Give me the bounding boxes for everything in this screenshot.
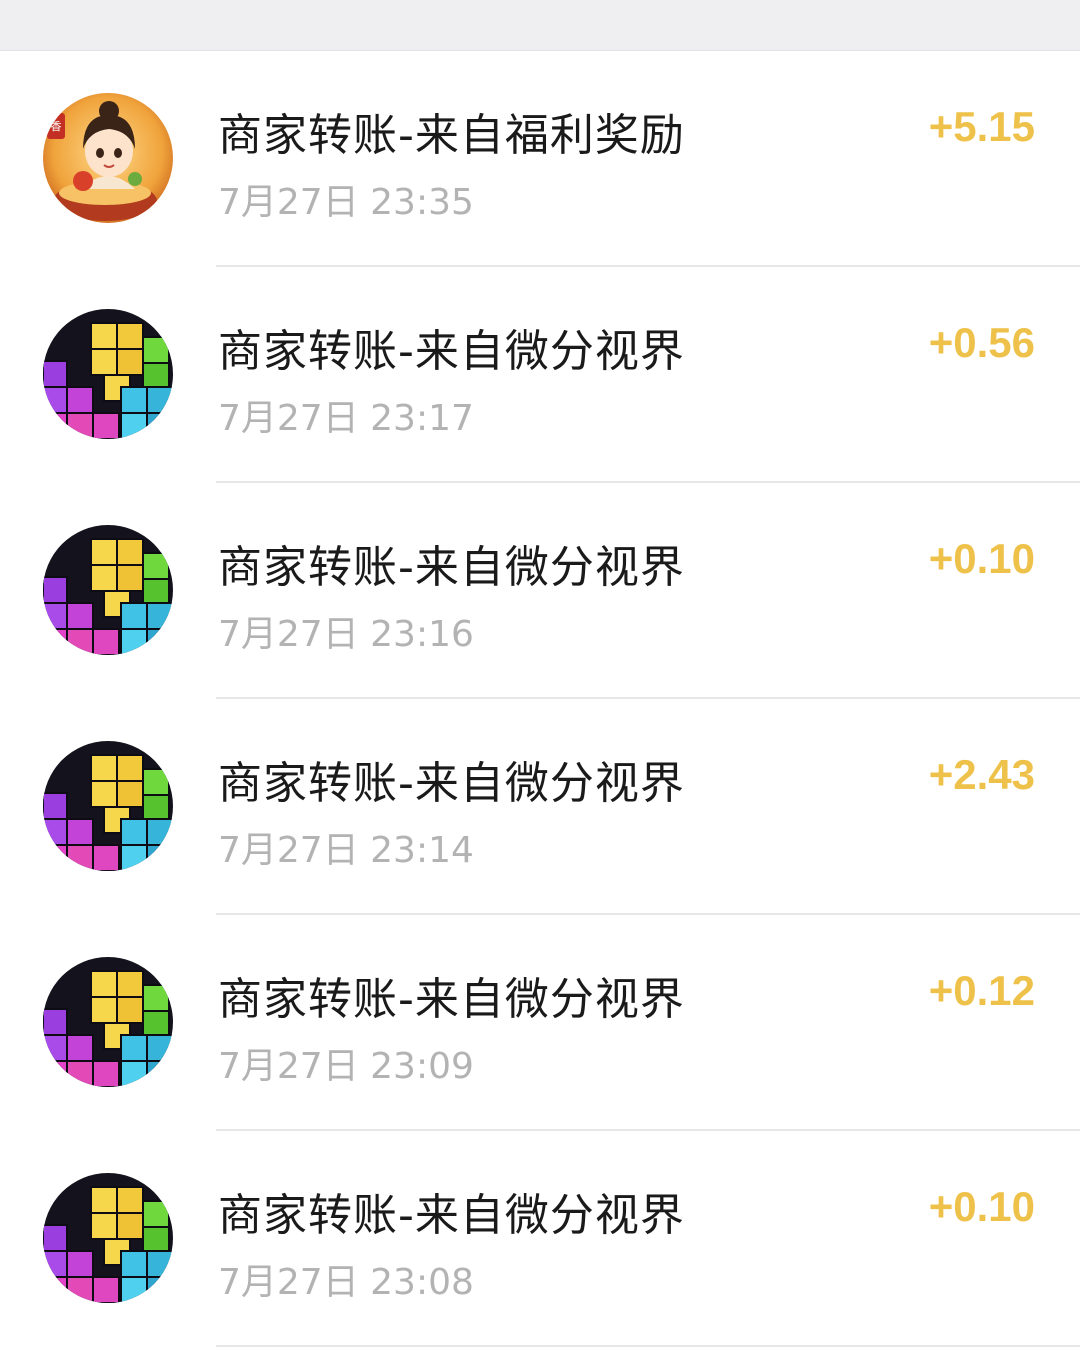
character-avatar-icon: 香 <box>43 93 173 223</box>
transaction-amount: +0.56 <box>928 319 1035 366</box>
transaction-row[interactable]: 商家转账-来自微分视界 7月27日 23:17 +0.56 <box>0 267 1080 483</box>
transaction-time: 7月27日 23:17 <box>218 398 474 439</box>
transaction-title: 商家转账-来自微分视界 <box>218 974 685 1025</box>
transaction-title: 商家转账-来自微分视界 <box>218 758 685 809</box>
transaction-time: 7月27日 23:09 <box>218 1046 474 1087</box>
transaction-time: 7月27日 23:35 <box>218 182 474 223</box>
transaction-title: 商家转账-来自福利奖励 <box>218 110 685 161</box>
transaction-title: 商家转账-来自微分视界 <box>218 326 685 377</box>
block-puzzle-avatar-icon <box>43 525 173 655</box>
transaction-row[interactable]: 商家转账-来自微分视界 7月27日 23:16 +0.10 <box>0 483 1080 699</box>
block-puzzle-avatar-icon <box>43 309 173 439</box>
transaction-time: 7月27日 23:14 <box>218 830 474 871</box>
row-divider <box>216 1345 1080 1347</box>
transaction-amount: +5.15 <box>928 103 1035 150</box>
transaction-row[interactable]: 商家转账-来自微分视界 7月27日 23:09 +0.12 <box>0 915 1080 1131</box>
transaction-amount: +0.10 <box>928 535 1035 582</box>
block-puzzle-avatar-icon <box>43 741 173 871</box>
transaction-amount: +0.10 <box>928 1183 1035 1230</box>
transaction-amount: +0.12 <box>928 967 1035 1014</box>
transaction-row[interactable]: 香 商家转账-来自福利奖励 7月27日 23:35 +5.15 <box>0 51 1080 267</box>
transaction-title: 商家转账-来自微分视界 <box>218 1190 685 1241</box>
transaction-row[interactable]: 商家转账-来自微分视界 7月27日 23:08 +0.10 <box>0 1131 1080 1347</box>
transaction-time: 7月27日 23:08 <box>218 1262 474 1303</box>
top-header-strip <box>0 0 1080 51</box>
block-puzzle-avatar-icon <box>43 1173 173 1303</box>
transaction-amount: +2.43 <box>928 751 1035 798</box>
svg-text:香: 香 <box>51 120 62 133</box>
block-puzzle-avatar-icon <box>43 957 173 1087</box>
transaction-list: 香 商家转账-来自福利奖励 7月27日 23:35 +5.15 商家转账-来自微… <box>0 51 1080 1347</box>
transaction-time: 7月27日 23:16 <box>218 614 474 655</box>
transaction-row[interactable]: 商家转账-来自微分视界 7月27日 23:14 +2.43 <box>0 699 1080 915</box>
transaction-title: 商家转账-来自微分视界 <box>218 542 685 593</box>
